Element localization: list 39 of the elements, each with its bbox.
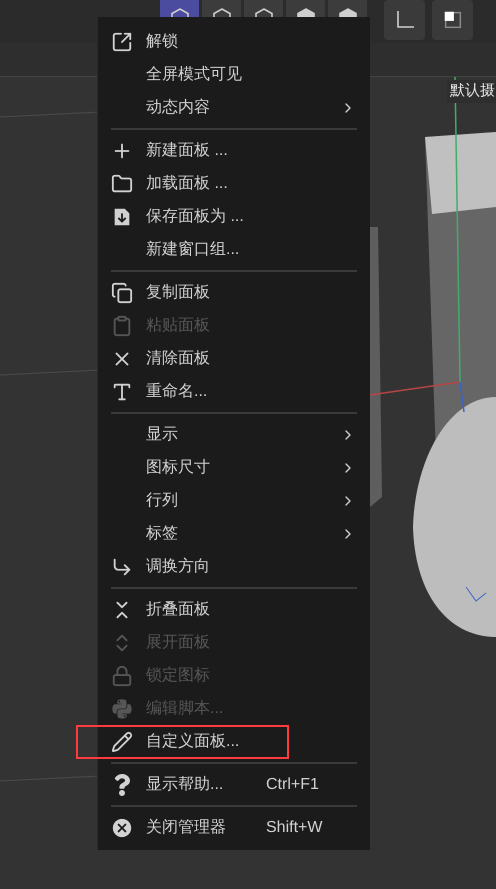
menu-item[interactable]: 加载面板 ... (98, 167, 370, 200)
menu-item[interactable]: 复制面板 (98, 276, 370, 309)
camera-label: 默认摄 (447, 80, 496, 102)
menu-item[interactable]: 标签 (98, 517, 370, 550)
shading-button[interactable] (244, 0, 283, 17)
shortcut-text: Shift+W (266, 818, 322, 838)
hexagon-icon (296, 8, 314, 17)
shading-button[interactable] (202, 0, 241, 17)
copy-icon (111, 282, 133, 304)
pencil-icon (111, 730, 133, 752)
menu-item[interactable]: 清除面板 (98, 342, 370, 375)
menu-item[interactable]: 新建窗口组... (98, 233, 370, 266)
snake-logo-icon (111, 698, 133, 720)
menu-item[interactable]: 折叠面板 (98, 593, 370, 626)
lock-icon (111, 664, 133, 686)
folder-icon (111, 172, 133, 194)
shading-button[interactable] (328, 0, 367, 17)
view-button[interactable] (432, 0, 473, 40)
menu-item[interactable]: 显示 (98, 418, 370, 451)
menu-item[interactable]: 重命名... (98, 375, 370, 408)
open-external-icon (111, 30, 133, 52)
menu-item[interactable]: 保存面板为 ... (98, 200, 370, 233)
axes-button[interactable] (384, 0, 425, 40)
menu-item[interactable]: 图标尺寸 (98, 451, 370, 484)
menu-item[interactable]: 新建面板 ... (98, 134, 370, 167)
shading-button[interactable] (160, 0, 199, 17)
menu-item[interactable]: 自定义面板... (98, 725, 370, 758)
menu-item[interactable]: 行列 (98, 484, 370, 517)
shading-button[interactable] (286, 0, 325, 17)
cancel-icon (111, 816, 133, 838)
menu-item[interactable]: 动态内容 (98, 91, 370, 124)
clipboard-icon (111, 314, 133, 336)
menu-item[interactable]: 关闭管理器 Shift+W (98, 811, 370, 844)
menu-item[interactable]: 显示帮助... Ctrl+F1 (98, 768, 370, 801)
menu-item[interactable]: 解锁 (98, 25, 370, 58)
menu-item[interactable]: 全屏模式可见 (98, 58, 370, 91)
shortcut-text: Ctrl+F1 (266, 774, 319, 794)
hexagon-icon (338, 8, 356, 17)
menu-item[interactable]: 调换方向 (98, 550, 370, 583)
